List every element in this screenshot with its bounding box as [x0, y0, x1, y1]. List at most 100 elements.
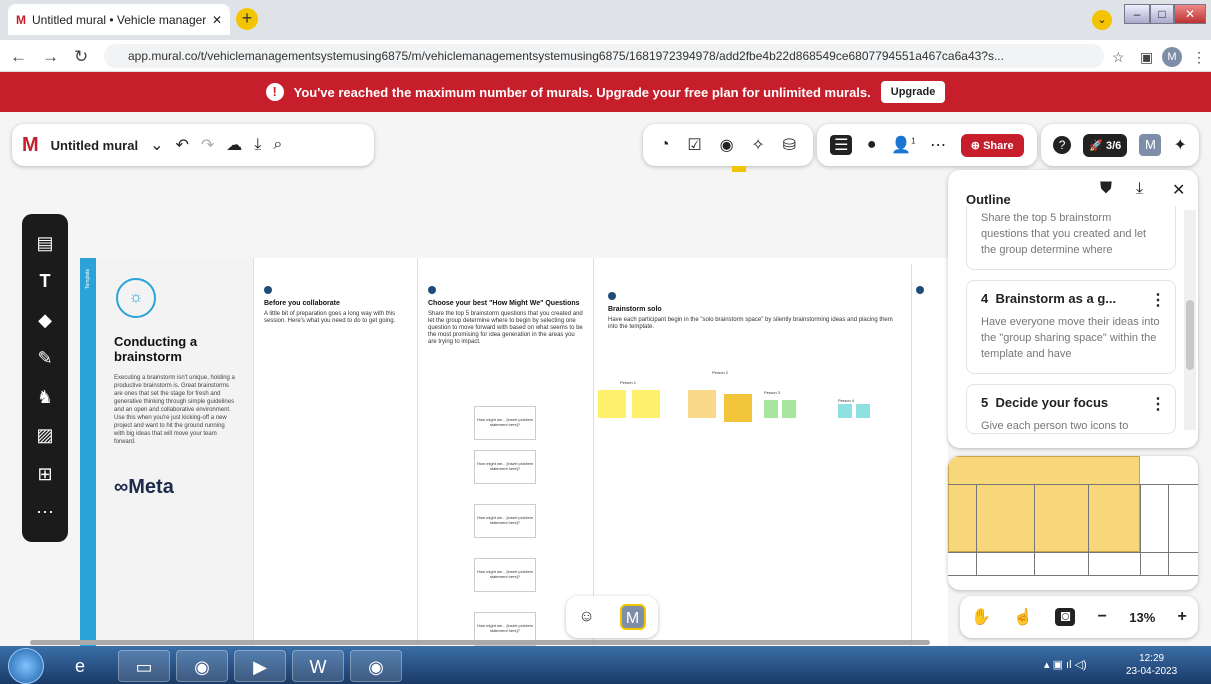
summon-icon[interactable]: ⛁ [783, 135, 796, 155]
sticky-note-icon[interactable]: ▤ [36, 233, 53, 254]
redo-icon[interactable]: ↷ [201, 135, 214, 155]
sparkle-ai-icon[interactable]: ✦ [1174, 135, 1187, 155]
hmw-card[interactable]: How might we... [insert problem statemen… [474, 504, 536, 538]
person-label: Person 3 [764, 390, 781, 395]
browser-tab[interactable]: M Untitled mural • Vehicle manager ✕ [8, 4, 230, 35]
clock-date: 23-04-2023 [1126, 666, 1178, 677]
more-options-icon[interactable]: ⋯ [930, 135, 946, 155]
private-mode-icon[interactable]: ◉ [720, 135, 734, 155]
sticky-note[interactable] [856, 404, 870, 418]
mural-name[interactable]: Untitled mural [51, 138, 138, 153]
touchpad-icon[interactable]: ☝ [1013, 607, 1033, 627]
llama-icon[interactable]: ♞ [37, 387, 53, 408]
outline-item-menu-icon[interactable]: ⋮ [1150, 394, 1166, 414]
outline-item-menu-icon[interactable]: ⋮ [1150, 290, 1166, 310]
start-button[interactable] [8, 648, 44, 684]
more-tools-icon[interactable]: ⋯ [36, 502, 54, 523]
present-outline-icon[interactable]: ⛊ [1100, 180, 1112, 198]
zoom-in-icon[interactable]: + [1178, 608, 1187, 626]
participant-avatar[interactable]: M [619, 604, 646, 630]
undo-icon[interactable]: ↶ [175, 135, 188, 155]
zoom-out-icon[interactable]: − [1098, 608, 1107, 626]
outline-icon[interactable]: ☰ [830, 135, 853, 155]
laser-pointer-icon[interactable]: ✧ [751, 135, 764, 155]
image-icon[interactable]: ▨ [36, 425, 53, 446]
cloud-saved-icon[interactable]: ☁ [226, 135, 242, 155]
shapes-icon[interactable]: ◆ [38, 310, 52, 331]
minimap[interactable] [948, 456, 1198, 590]
templates-icon[interactable]: ⊞ [37, 464, 52, 485]
back-arrow-icon[interactable]: ← [10, 47, 27, 67]
draw-pen-icon[interactable]: ✎ [37, 348, 52, 369]
outline-item-body: Share the top 5 brainstorm questions tha… [981, 212, 1147, 256]
url-input[interactable]: app.mural.co/t/vehiclemanagementsystemus… [104, 44, 1104, 68]
person-label: Person 1 [620, 380, 637, 385]
step-number-icon [608, 292, 616, 300]
outline-item[interactable]: Share the top 5 brainstorm questions tha… [966, 206, 1176, 270]
hand-pan-icon[interactable]: ✋ [971, 607, 991, 627]
chrome-profile-icon[interactable]: ◉ [350, 650, 402, 682]
outline-title: Outline [966, 192, 1011, 207]
chat-icon[interactable]: ● [867, 136, 877, 154]
clock-time: 12:29 [1139, 653, 1165, 664]
text-icon[interactable]: T [40, 271, 51, 292]
section-brainstorm-solo: Brainstorm solo Have each participant be… [594, 264, 912, 652]
url-text: app.mural.co/t/vehiclemanagementsystemus… [128, 49, 1004, 63]
file-explorer-icon[interactable]: ▭ [118, 650, 170, 682]
bookmark-star-icon[interactable]: ☆ [1112, 49, 1125, 66]
outline-scrollbar[interactable] [1184, 210, 1196, 430]
minimize-button[interactable]: – [1124, 4, 1150, 24]
sticky-note[interactable] [632, 390, 660, 418]
close-icon[interactable]: ✕ [212, 13, 222, 27]
download-outline-icon[interactable]: ⤓ [1136, 180, 1143, 198]
export-icon[interactable]: ⤓ [254, 136, 261, 154]
timer-icon[interactable]: ◔ [660, 136, 670, 154]
onboarding-progress-button[interactable]: 🚀 3/6 [1083, 133, 1128, 157]
menu-kebab-icon[interactable]: ⋮ [1192, 49, 1206, 66]
outline-item[interactable]: 5 Decide your focus Give each person two… [966, 384, 1176, 434]
sticky-note[interactable] [782, 400, 796, 418]
members-icon[interactable]: 👤1 [891, 135, 915, 155]
chrome-icon[interactable]: ◉ [176, 650, 228, 682]
template-board[interactable]: Template ☼ Conducting a brainstorm Execu… [80, 258, 948, 652]
close-window-button[interactable]: ✕ [1174, 4, 1206, 24]
voting-icon[interactable]: ☑ [687, 135, 701, 155]
mouse-mode-icon[interactable]: ◙ [1055, 608, 1076, 626]
sidebar-toggle-icon[interactable]: ▣ [1140, 49, 1153, 66]
sticky-note[interactable] [598, 390, 626, 418]
emoji-reaction-icon[interactable]: ☺ [578, 608, 594, 626]
chevron-down-icon[interactable]: ⌄ [150, 135, 163, 155]
hmw-card[interactable]: How might we... [insert problem statemen… [474, 406, 536, 440]
sticky-note[interactable] [764, 400, 778, 418]
sticky-note[interactable] [838, 404, 852, 418]
canvas-horizontal-scrollbar[interactable] [30, 640, 930, 645]
help-icon[interactable]: ? [1053, 136, 1072, 154]
profile-avatar[interactable]: M [1162, 47, 1182, 67]
maximize-button[interactable]: □ [1150, 4, 1174, 24]
taskbar-clock[interactable]: 12:29 23-04-2023 [1126, 652, 1177, 678]
media-player-icon[interactable]: ▶ [234, 650, 286, 682]
word-icon[interactable]: W [292, 650, 344, 682]
outline-scroll-thumb[interactable] [1186, 300, 1194, 370]
tab-search-chevron-icon[interactable]: ⌄ [1092, 10, 1112, 30]
upgrade-button[interactable]: Upgrade [880, 81, 946, 103]
share-button[interactable]: ⊕ Share [960, 133, 1024, 157]
system-tray-icons[interactable]: ▴ ▣ ıl ◁) [1044, 658, 1087, 671]
user-avatar[interactable]: M [1139, 134, 1162, 156]
sticky-note[interactable] [688, 390, 716, 418]
new-tab-button[interactable]: + [236, 8, 258, 30]
close-outline-icon[interactable]: ✕ [1172, 180, 1185, 200]
reload-icon[interactable]: ↻ [74, 47, 88, 67]
hmw-card[interactable]: How might we... [insert problem statemen… [474, 450, 536, 484]
zoom-controls: ✋ ☝ ◙ − 13% + [960, 596, 1198, 638]
internet-explorer-icon[interactable]: e [54, 650, 106, 682]
hmw-card[interactable]: How might we... [insert problem statemen… [474, 558, 536, 592]
mural-logo-icon[interactable]: M [22, 134, 39, 157]
person-label: Person 4 [838, 398, 855, 403]
mural-toolbar: M Untitled mural ⌄ ↶ ↷ ☁ ⤓ ⌕ [12, 124, 374, 166]
outline-item[interactable]: 4 Brainstorm as a g... Have everyone mov… [966, 280, 1176, 374]
search-icon[interactable]: ⌕ [273, 136, 282, 154]
forward-arrow-icon[interactable]: → [42, 47, 59, 67]
sticky-note[interactable] [724, 394, 752, 422]
zoom-level[interactable]: 13% [1129, 610, 1155, 625]
